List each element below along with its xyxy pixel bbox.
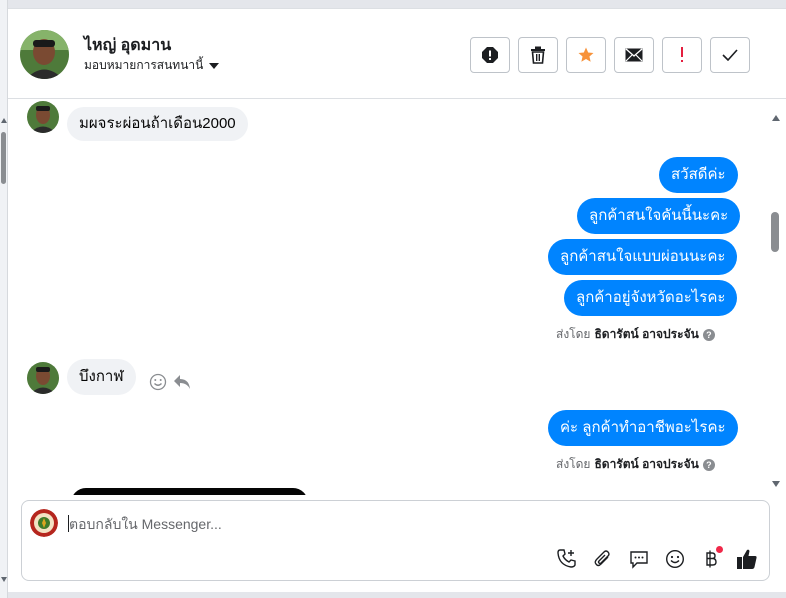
outgoing-message: ลูกค้าอยู่จังหวัดอะไรคะ [564, 280, 738, 316]
assign-conversation-label: มอบหมายการสนทนานี้ [84, 58, 204, 72]
attach-button[interactable] [591, 547, 615, 571]
incoming-message: มผจระผ่อนถ้าเดือน2000 [67, 107, 248, 141]
mark-unread-icon [625, 48, 643, 62]
like-button[interactable] [735, 547, 759, 571]
incoming-message: บึงกาฬ [67, 359, 136, 395]
mark-done-icon [722, 49, 738, 61]
scroll-up-arrow-icon[interactable] [772, 115, 780, 121]
mark-done-button[interactable] [710, 37, 750, 73]
thread-scrollbar[interactable] [768, 107, 786, 493]
sent-by-label: ส่งโดย ธิดารัตน์ อาจประจัน ? [556, 455, 715, 474]
scroll-down-arrow-icon[interactable] [1, 577, 7, 582]
thumbs-up-icon [737, 549, 757, 569]
payment-button[interactable] [699, 546, 723, 571]
outgoing-message: ค่ะ ลูกค้าทำอาชีพอะไรคะ [548, 410, 738, 446]
star-icon [578, 47, 594, 62]
trash-icon [531, 46, 545, 64]
sent-by-prefix: ส่งโดย [556, 327, 591, 341]
scrollbar-thumb[interactable] [771, 212, 779, 252]
outgoing-message: สวัสดีค่ะ [659, 157, 738, 193]
saved-replies-button[interactable] [627, 547, 651, 571]
call-button[interactable] [555, 547, 579, 571]
contact-avatar-small [27, 362, 59, 394]
phone-add-icon [557, 549, 576, 568]
follow-up-icon [681, 47, 683, 62]
sent-by-agent: ธิดารัตน์ อาจประจัน [594, 457, 699, 471]
mark-spam-icon [482, 47, 498, 63]
outgoing-message: ลูกค้าสนใจคันนี้นะคะ [577, 198, 741, 234]
sent-by-prefix: ส่งโดย [556, 457, 591, 471]
notification-dot [716, 546, 723, 553]
mark-unread-button[interactable] [614, 37, 654, 73]
composer-toolbar [555, 546, 759, 571]
star-button[interactable] [566, 37, 606, 73]
chat-bubble-icon [630, 551, 648, 569]
delete-button[interactable] [518, 37, 558, 73]
reply-input[interactable] [69, 513, 749, 535]
message-thread: มผจระผ่อนถ้าเดือน2000 สวัสดีค่ะ ลูกค้าสน… [8, 100, 768, 495]
contact-avatar[interactable] [20, 30, 69, 79]
outgoing-message: ลูกค้าสนใจแบบผ่อนนะคะ [548, 239, 738, 275]
reply-icon[interactable] [173, 374, 191, 390]
scroll-down-arrow-icon[interactable] [772, 481, 780, 487]
emoji-button[interactable] [663, 547, 687, 571]
paperclip-icon [594, 550, 610, 567]
conversation-panel: ไหญ่ อุดมาน มอบหมายการสนทนานี้ มผจระผ่อน… [8, 8, 786, 592]
conversation-header: ไหญ่ อุดมาน มอบหมายการสนทนานี้ [8, 9, 786, 99]
sent-by-agent: ธิดารัตน์ อาจประจัน [594, 327, 699, 341]
help-icon[interactable]: ? [702, 458, 715, 471]
react-emoji-icon[interactable] [149, 373, 167, 391]
scroll-up-arrow-icon[interactable] [1, 118, 7, 123]
media-message-preview[interactable] [71, 488, 308, 495]
contact-avatar-small [27, 101, 59, 133]
caret-down-icon [209, 63, 220, 69]
conversation-actions [470, 37, 750, 73]
baht-icon [706, 550, 717, 568]
contact-name: ไหญ่ อุดมาน [84, 37, 172, 54]
page-avatar [30, 509, 58, 537]
follow-up-button[interactable] [662, 37, 702, 73]
emoji-icon [665, 549, 685, 569]
assign-conversation-dropdown[interactable]: มอบหมายการสนทนานี้ [84, 56, 220, 75]
reply-composer [21, 500, 770, 581]
help-icon[interactable]: ? [702, 328, 715, 341]
left-scrollbar[interactable] [0, 0, 8, 598]
mark-spam-button[interactable] [470, 37, 510, 73]
sent-by-label: ส่งโดย ธิดารัตน์ อาจประจัน ? [556, 325, 715, 344]
scrollbar-thumb[interactable] [1, 132, 6, 184]
